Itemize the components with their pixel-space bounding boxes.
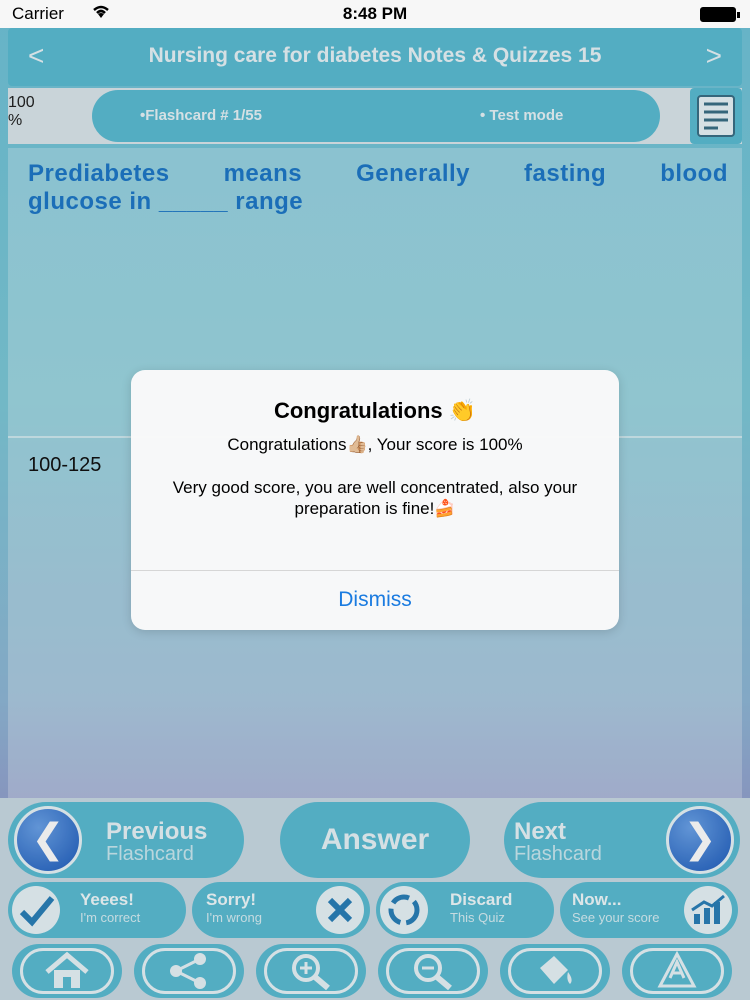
clock: 8:48 PM — [342, 4, 408, 23]
alert-title-text: Congratulations — [273, 398, 443, 423]
alert-title: Congratulations 👏 — [131, 398, 619, 424]
congratulations-alert: Congratulations 👏 Congratulations👍🏼, Your… — [131, 370, 619, 630]
dismiss-button[interactable]: Dismiss — [131, 570, 619, 630]
clapping-hands-icon: 👏 — [448, 398, 477, 423]
alert-message-score: Congratulations👍🏼, Your score is 100% — [227, 435, 523, 454]
alert-message-feedback: Very good score, you are well concentrat… — [172, 478, 578, 518]
status-bar: Carrier 8:48 PM — [0, 0, 750, 28]
alert-message: Congratulations👍🏼, Your score is 100% Ve… — [151, 434, 599, 519]
battery-icon — [700, 7, 740, 22]
